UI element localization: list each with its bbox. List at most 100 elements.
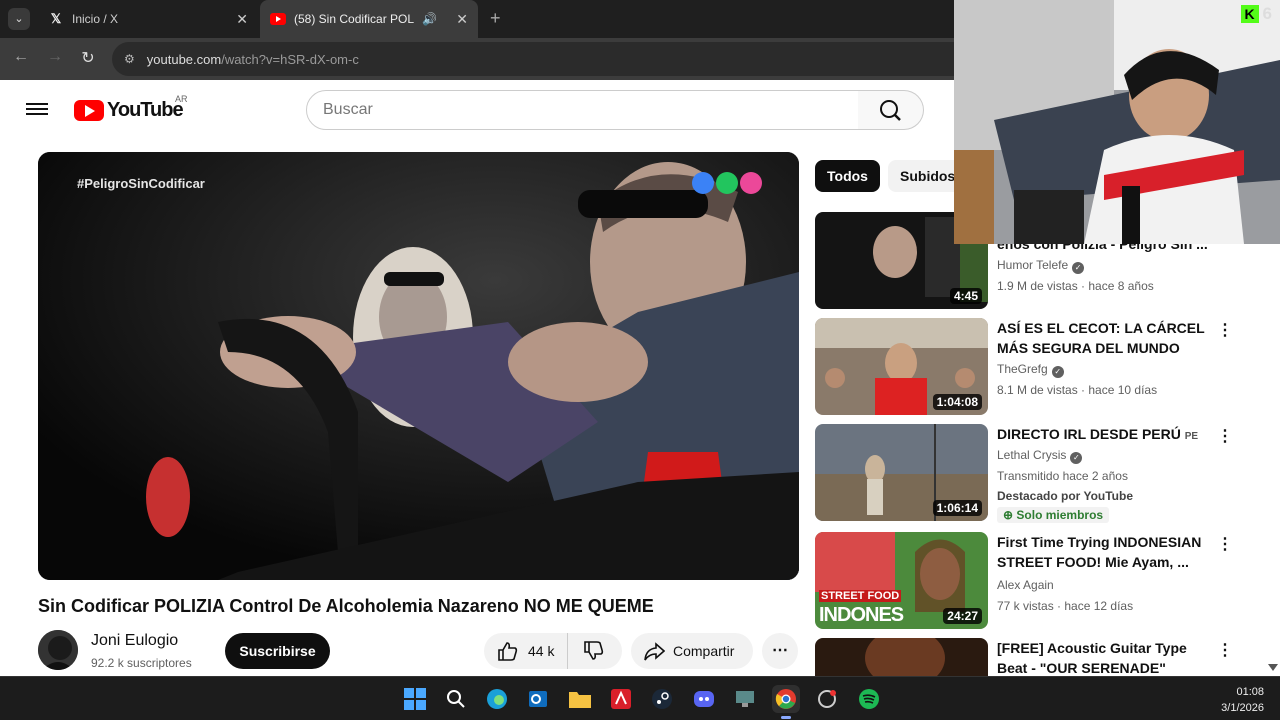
- video-title: [FREE] Acoustic Guitar Type Beat - "OUR …: [997, 640, 1187, 676]
- channel-name[interactable]: Joni Eulogio: [91, 632, 178, 650]
- video-player[interactable]: #PeligroSinCodificar: [38, 152, 799, 580]
- thumbs-up-icon: [498, 642, 518, 661]
- outlook-icon[interactable]: [524, 685, 552, 713]
- dislike-button[interactable]: [568, 633, 604, 669]
- reload-button[interactable]: ↻: [77, 48, 99, 68]
- recommendation-item[interactable]: 1:04:08 ASÍ ES EL CECOT: LA CÁRCEL MÁS S…: [815, 318, 1255, 415]
- share-label: Compartir: [673, 643, 735, 659]
- video-thumbnail[interactable]: 1:04:08: [815, 318, 988, 415]
- system-clock[interactable]: 01:08 3/1/2026: [1221, 684, 1264, 716]
- video-frame: [38, 152, 799, 580]
- logo-text: YouTube: [107, 99, 184, 121]
- spotify-icon[interactable]: [855, 685, 883, 713]
- x-logo-icon: 𝕏: [50, 11, 62, 26]
- video-duration: 1:06:14: [932, 500, 982, 516]
- video-duration: 1:04:08: [932, 394, 982, 410]
- youtube-icon: [270, 11, 286, 27]
- subscribe-button[interactable]: Suscribirse: [225, 633, 330, 669]
- youtube-play-icon: [74, 100, 104, 121]
- tab-search-button[interactable]: ⌄: [8, 8, 30, 30]
- scroll-down-arrow[interactable]: [1268, 664, 1278, 671]
- channel-line: Lethal Crysis ✓: [997, 448, 1083, 464]
- members-only-badge: ⊕ Solo miembros: [997, 507, 1110, 523]
- webcam-image: [954, 0, 1280, 244]
- url-text: youtube.com/watch?v=hSR-dX-om-c: [146, 51, 359, 67]
- clock-time: 01:08: [1236, 686, 1264, 698]
- address-bar[interactable]: ⚙ youtube.com/watch?v=hSR-dX-om-c: [112, 42, 1012, 76]
- video-title: Sin Codificar POLIZIA Control De Alcohol…: [38, 596, 654, 616]
- menu-icon[interactable]: [26, 100, 48, 118]
- verified-icon: ✓: [1070, 452, 1083, 464]
- video-thumbnail[interactable]: 1:06:14: [815, 424, 988, 521]
- like-count: 44 k: [528, 643, 555, 659]
- country-code: AR: [175, 94, 188, 104]
- recommendation-item[interactable]: 1:06:14 DIRECTO IRL DESDE PERÚ PE ⋮ Leth…: [815, 424, 1255, 523]
- search-icon: [880, 100, 901, 121]
- search-placeholder: Buscar: [323, 101, 373, 118]
- back-button[interactable]: ←: [10, 48, 32, 66]
- video-title: DIRECTO IRL DESDE PERÚ PE: [997, 426, 1199, 442]
- channel-line: TheGrefg ✓: [997, 362, 1064, 378]
- video-stats: 1.9 M de vistas · hace 8 años: [997, 279, 1154, 293]
- thumbnail-caption: STREET FOOD: [819, 590, 902, 602]
- tab-inicio-x[interactable]: 𝕏 Inicio / X ✕: [38, 0, 258, 38]
- video-duration: 4:45: [949, 288, 982, 304]
- members-icon: ⊕: [1003, 508, 1014, 522]
- screen: ⌄ 𝕏 Inicio / X ✕ (58) Sin Codificar POLI…: [0, 0, 1280, 720]
- chrome-icon[interactable]: [772, 685, 800, 719]
- site-info-icon[interactable]: ⚙: [124, 52, 135, 66]
- verified-icon: ✓: [1072, 262, 1085, 274]
- tab-youtube[interactable]: (58) Sin Codificar POLIZIA C 🔊 ✕: [260, 0, 478, 38]
- subscriber-count: 92.2 k suscriptores: [91, 656, 192, 670]
- webcam-overlay: K 6: [954, 0, 1280, 244]
- recommendation-item[interactable]: STREET FOOD INDONES 24:27 First Time Try…: [815, 532, 1255, 629]
- more-actions-button[interactable]: ⋯: [762, 633, 798, 669]
- channel-line: Humor Telefe ✓: [997, 258, 1085, 274]
- more-options-icon[interactable]: ⋮: [1217, 534, 1233, 554]
- clock-date: 3/1/2026: [1221, 702, 1264, 714]
- search-input[interactable]: Buscar: [306, 90, 859, 130]
- video-thumbnail[interactable]: [815, 638, 988, 676]
- edge-icon[interactable]: [483, 685, 511, 713]
- video-hashtag: #PeligroSinCodificar: [77, 176, 205, 191]
- app-monitor-icon[interactable]: [731, 685, 759, 713]
- tab-label: (58) Sin Codificar POLIZIA C: [294, 12, 414, 26]
- verified-icon: ✓: [1051, 366, 1064, 378]
- share-button[interactable]: Compartir: [631, 633, 753, 669]
- close-tab-icon[interactable]: ✕: [456, 11, 468, 28]
- app-red-icon[interactable]: [607, 685, 635, 713]
- video-stats: 77 k vistas · hace 12 días: [997, 599, 1134, 613]
- search-button[interactable]: [858, 90, 924, 130]
- steam-icon[interactable]: [648, 685, 676, 713]
- video-thumbnail[interactable]: STREET FOOD INDONES 24:27: [815, 532, 988, 629]
- video-duration: 24:27: [943, 608, 982, 624]
- thumbnail-caption: INDONES: [819, 604, 904, 626]
- youtube-logo[interactable]: YouTube AR: [74, 94, 188, 122]
- share-icon: [644, 642, 665, 661]
- search-icon[interactable]: [442, 685, 470, 713]
- app-gear-icon[interactable]: [813, 685, 841, 713]
- close-tab-icon[interactable]: ✕: [236, 11, 248, 28]
- like-dislike-group: 44 k: [484, 633, 622, 669]
- video-stats: Transmitido hace 2 años: [997, 469, 1128, 483]
- more-options-icon[interactable]: ⋮: [1217, 320, 1233, 340]
- windows-start-icon[interactable]: [401, 685, 429, 713]
- video-title: First Time Trying INDONESIAN STREET FOOD…: [997, 534, 1202, 570]
- like-button[interactable]: 44 k: [484, 633, 568, 669]
- new-tab-button[interactable]: +: [490, 8, 501, 29]
- more-options-icon[interactable]: ⋮: [1217, 426, 1233, 446]
- tab-label: Inicio / X: [72, 12, 119, 26]
- file-explorer-icon[interactable]: [566, 685, 594, 713]
- speaker-icon[interactable]: 🔊: [422, 12, 437, 26]
- kick-follower-badge: K 6: [1240, 4, 1272, 24]
- forward-button[interactable]: →: [44, 48, 66, 66]
- featured-label: Destacado por YouTube: [997, 489, 1134, 503]
- chip-todos[interactable]: Todos: [815, 160, 880, 192]
- thumbs-down-icon: [584, 641, 604, 660]
- discord-icon[interactable]: [690, 685, 718, 713]
- video-stats: 8.1 M de vistas · hace 10 días: [997, 383, 1158, 397]
- channel-avatar[interactable]: [38, 630, 78, 670]
- recommendation-item[interactable]: [FREE] Acoustic Guitar Type Beat - "OUR …: [815, 638, 1255, 676]
- more-options-icon[interactable]: ⋮: [1217, 640, 1233, 660]
- kick-count: 6: [1262, 4, 1272, 23]
